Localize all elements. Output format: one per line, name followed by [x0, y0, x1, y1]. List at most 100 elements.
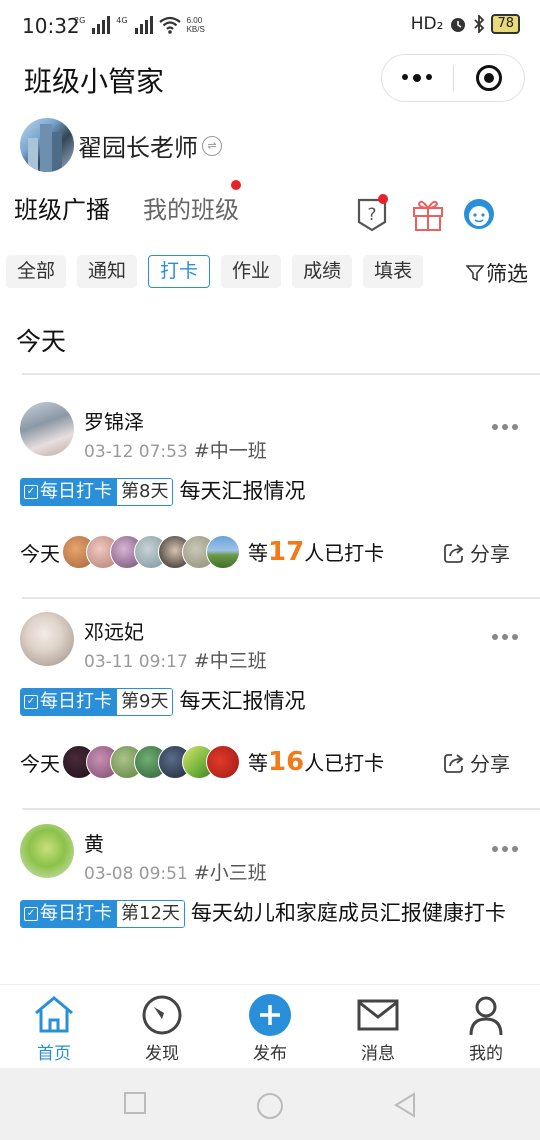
- post-author: 邓远妃: [84, 620, 144, 644]
- close-button[interactable]: [454, 65, 525, 91]
- post-more-button[interactable]: [492, 846, 518, 852]
- nav-label: 发现: [145, 1044, 179, 1064]
- gift-icon[interactable]: [411, 196, 445, 232]
- filter-icon: [466, 265, 484, 282]
- checkin-badge: ✓ 每日打卡 第9天: [20, 688, 174, 716]
- chip-form[interactable]: 填表: [363, 255, 424, 288]
- person-icon: [469, 996, 503, 1036]
- chip-all[interactable]: 全部: [6, 255, 67, 288]
- post-title: 每天汇报情况: [179, 479, 306, 503]
- more-menu-button[interactable]: [382, 74, 453, 82]
- tab-class-broadcast[interactable]: 班级广播: [14, 190, 110, 225]
- post-more-button[interactable]: [492, 634, 518, 640]
- share-label: 分享: [470, 542, 510, 566]
- post-card[interactable]: 罗锦泽 03-12 07:53 #中一班 ✓ 每日打卡 第8天 每天汇报情况 今天 等1…: [0, 402, 540, 602]
- nav-publish[interactable]: 发布: [216, 993, 324, 1064]
- share-button[interactable]: 分享: [442, 538, 510, 567]
- filter-button[interactable]: 筛选: [466, 258, 528, 288]
- notification-dot: [231, 180, 241, 190]
- post-avatar[interactable]: [20, 402, 74, 456]
- status-left-icons: 2G 4G 6.00 KB/S: [74, 16, 205, 34]
- post-title: 每天幼儿和家庭成员汇报健康打卡: [190, 901, 506, 925]
- chip-checkin[interactable]: 打卡: [148, 255, 211, 288]
- mail-icon: [357, 999, 399, 1031]
- post-more-button[interactable]: [492, 424, 518, 430]
- status-bar: 10:32 2G 4G 6.00 KB/S HD₂ 78: [0, 0, 540, 54]
- post-avatar[interactable]: [20, 612, 74, 666]
- divider: [22, 373, 540, 375]
- home-button[interactable]: [256, 1092, 284, 1120]
- customer-service-icon[interactable]: [461, 196, 497, 232]
- checkin-avatars: [62, 535, 240, 569]
- checkin-badge: ✓ 每日打卡 第12天: [20, 900, 185, 928]
- checkin-count-text: 等17人已打卡: [248, 537, 384, 567]
- post-time: 03-12 07:53: [84, 442, 188, 462]
- count-prefix: 等: [248, 541, 268, 565]
- check-icon: ✓: [24, 695, 38, 709]
- sim1-label: 2G: [74, 16, 86, 25]
- nav-label: 首页: [37, 1044, 71, 1064]
- badge-day: 第9天: [117, 689, 173, 715]
- plus-circle-icon: [249, 994, 291, 1036]
- miniprogram-capsule: [381, 54, 525, 102]
- nav-discover[interactable]: 发现: [108, 993, 216, 1064]
- post-author: 黄: [84, 832, 104, 856]
- sim2-label: 4G: [116, 16, 128, 25]
- post-footer: 今天 等17人已打卡 分享: [20, 532, 520, 572]
- alarm-icon: [451, 18, 466, 32]
- nav-messages[interactable]: 消息: [324, 993, 432, 1064]
- checkin-avatars: [62, 745, 240, 779]
- user-name-switch[interactable]: 翟园长老师 ⇌: [78, 128, 222, 163]
- count-suffix: 人已打卡: [304, 541, 385, 565]
- checkin-badge: ✓ 每日打卡 第8天: [20, 478, 174, 506]
- post-class: #中三班: [193, 650, 267, 672]
- switch-icon: ⇌: [202, 135, 222, 156]
- close-icon: [475, 65, 502, 91]
- checkin-count: 16: [268, 747, 305, 777]
- chip-homework[interactable]: 作业: [221, 255, 282, 288]
- net-speed: 6.00 KB/S: [187, 16, 205, 34]
- page-title: 班级小管家: [24, 65, 165, 98]
- signal-icon: [134, 16, 153, 34]
- badge-label: 每日打卡: [40, 691, 112, 712]
- count-prefix: 等: [248, 751, 268, 775]
- checkin-count: 17: [268, 537, 305, 567]
- divider: [22, 597, 540, 599]
- recent-apps-button[interactable]: [124, 1092, 146, 1114]
- count-suffix: 人已打卡: [304, 751, 385, 775]
- filter-label: 筛选: [486, 262, 528, 286]
- tab-my-class[interactable]: 我的班级: [143, 190, 239, 225]
- post-time: 03-08 09:51: [84, 864, 188, 884]
- post-footer: 今天 等16人已打卡 分享: [20, 742, 520, 782]
- post-card[interactable]: 邓远妃 03-11 09:17 #中三班 ✓ 每日打卡 第9天 每天汇报情况 今天 等1…: [0, 612, 540, 812]
- mini-avatar: [206, 745, 240, 779]
- share-label: 分享: [470, 752, 510, 776]
- today-label: 今天: [20, 751, 60, 776]
- section-title: 今天: [16, 327, 67, 356]
- help-notification-dot: [378, 194, 388, 204]
- user-name: 翟园长老师: [78, 134, 198, 162]
- chip-grades[interactable]: 成绩: [292, 255, 353, 288]
- nav-me[interactable]: 我的: [432, 993, 540, 1064]
- post-title-line: ✓ 每日打卡 第12天 每天幼儿和家庭成员汇报健康打卡: [20, 898, 520, 928]
- back-button[interactable]: [393, 1092, 417, 1118]
- battery-indicator: 78: [491, 14, 520, 34]
- post-meta: 03-11 09:17 #中三班: [84, 646, 267, 673]
- net-speed-unit: KB/S: [186, 25, 205, 34]
- nav-home[interactable]: 首页: [0, 993, 108, 1064]
- user-avatar[interactable]: [20, 118, 74, 172]
- status-time: 10:32: [22, 14, 80, 38]
- share-button[interactable]: 分享: [442, 748, 510, 777]
- post-avatar[interactable]: [20, 824, 74, 878]
- bluetooth-icon: [474, 15, 485, 33]
- svg-text:?: ?: [367, 205, 376, 225]
- share-icon: [444, 753, 464, 773]
- post-meta: 03-12 07:53 #中一班: [84, 436, 267, 463]
- mini-avatar: [206, 535, 240, 569]
- chip-notice[interactable]: 通知: [77, 255, 138, 288]
- net-speed-value: 6.00: [186, 16, 203, 25]
- system-nav-bar: [0, 1068, 540, 1140]
- signal-icon: [92, 16, 111, 34]
- divider: [22, 808, 540, 810]
- home-icon: [35, 996, 73, 1033]
